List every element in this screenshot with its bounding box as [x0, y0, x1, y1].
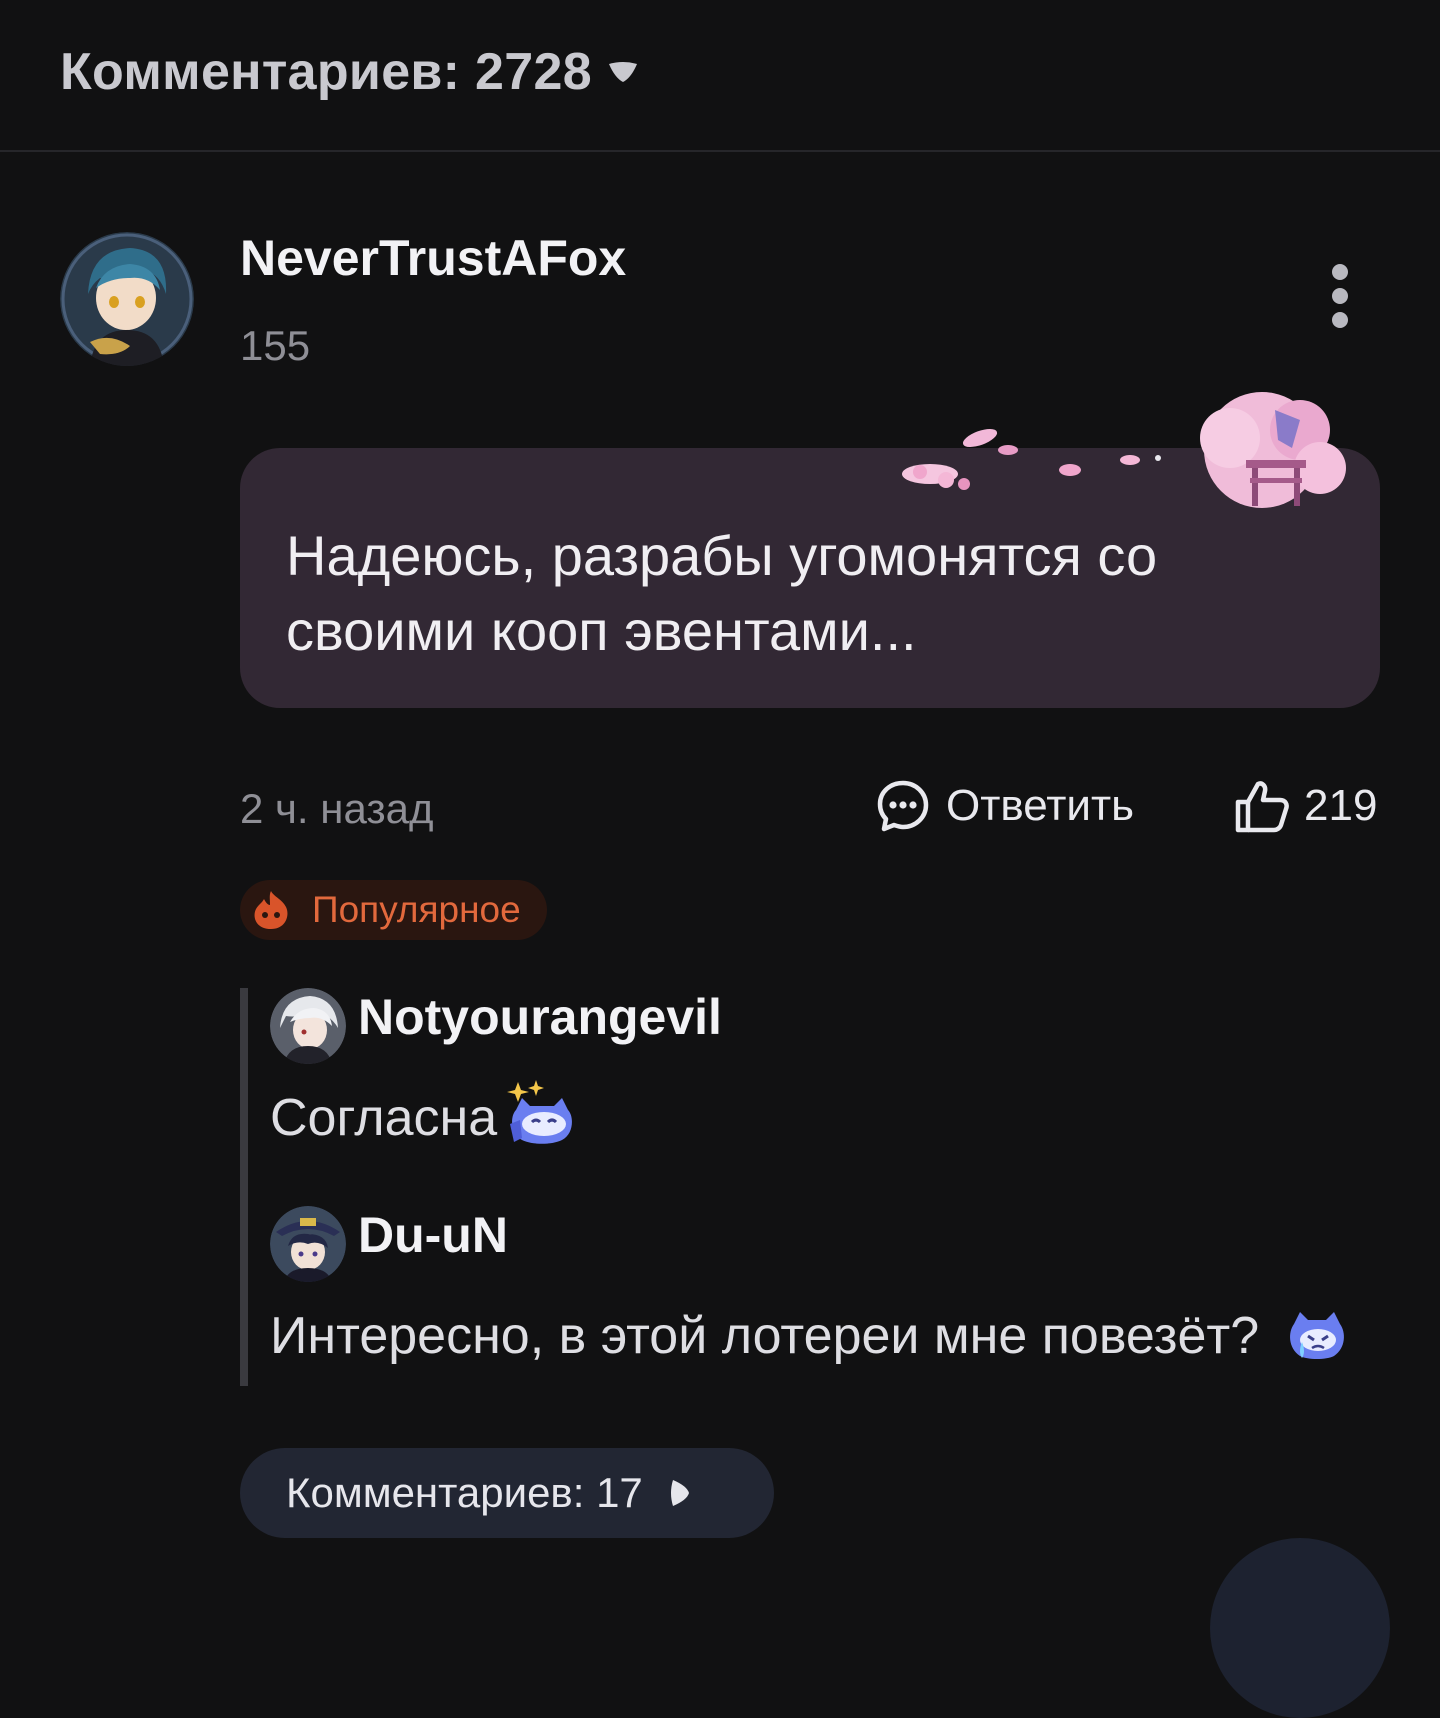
speech-bubble-icon: [877, 780, 929, 832]
popular-badge: Популярное: [240, 880, 547, 940]
like-button[interactable]: 219: [1234, 776, 1377, 836]
reply-text: Согласна: [270, 1089, 498, 1147]
reply-button[interactable]: Ответить: [876, 776, 1134, 836]
sparkle-cat-sticker-icon: [507, 1080, 572, 1144]
reply-avatar[interactable]: [270, 1206, 346, 1282]
like-count: 219: [1304, 781, 1378, 830]
caret-down-icon[interactable]: [607, 60, 639, 84]
reply-author[interactable]: Notyourangevil: [358, 988, 722, 1046]
more-comments-label: Комментариев: 17: [286, 1469, 643, 1516]
reply-text: Интересно, в этой лотереи мне повезёт?: [270, 1307, 1260, 1365]
author-avatar[interactable]: [60, 232, 194, 366]
sakura-decoration-icon: [902, 392, 1346, 508]
author-level: 155: [240, 322, 311, 369]
caret-right-icon: [670, 1480, 689, 1506]
comment-timestamp: 2 ч. назад: [240, 785, 434, 832]
reply-avatar[interactable]: [270, 988, 346, 1064]
popular-label: Популярное: [312, 889, 521, 930]
more-comments-button[interactable]: Комментариев: 17: [240, 1448, 774, 1538]
replies-thread: Notyourangevil Согласна Du-uN Интересно,…: [240, 988, 1388, 1386]
crying-cat-sticker-icon: [1290, 1312, 1344, 1359]
thumbs-up-icon: [1235, 781, 1289, 833]
comments-header: Комментариев: 2728: [0, 0, 1440, 152]
flame-icon: [254, 891, 288, 929]
reply-label: Ответить: [946, 781, 1135, 830]
floating-action-button[interactable]: [1210, 1538, 1390, 1718]
more-options-icon[interactable]: [1320, 262, 1360, 342]
author-name[interactable]: NeverTrustAFox: [240, 229, 626, 287]
reply-author[interactable]: Du-uN: [358, 1206, 508, 1264]
comment-text: Надеюсь, разрабы угомонятся со своими ко…: [286, 524, 1158, 662]
comments-count-title: Комментариев: 2728: [60, 43, 592, 101]
